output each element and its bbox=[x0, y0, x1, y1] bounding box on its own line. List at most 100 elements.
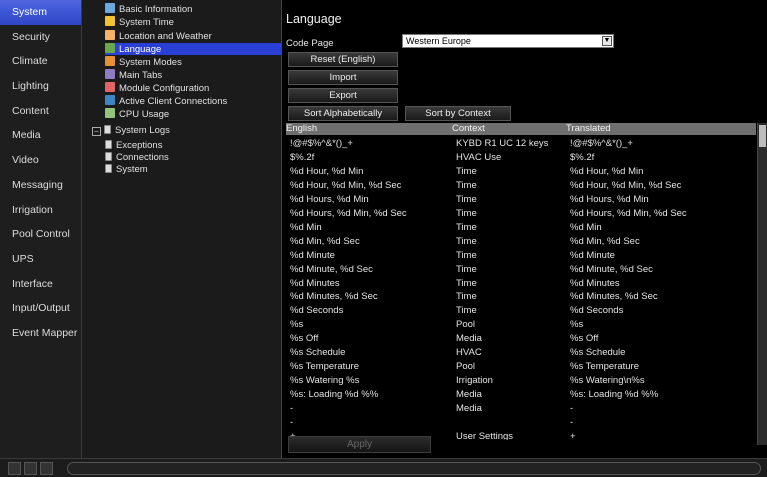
table-row[interactable]: %d Hour, %d Min Time %d Hour, %d Min bbox=[286, 165, 756, 179]
table-row[interactable]: %d Seconds Time %d Seconds bbox=[286, 304, 756, 318]
table-row[interactable]: %d Hour, %d Min, %d Sec Time %d Hour, %d M… bbox=[286, 179, 756, 193]
translated-cell: !@#$%^&*()_+ bbox=[570, 138, 633, 149]
table-row[interactable]: %s Off Media %s Off bbox=[286, 332, 756, 346]
table-scrollbar[interactable] bbox=[757, 123, 767, 445]
english-cell: %d Minute, %d Sec bbox=[290, 263, 373, 275]
page-title: Language bbox=[286, 12, 342, 26]
nav-item-interface[interactable]: Interface bbox=[0, 272, 81, 297]
modes-icon bbox=[105, 56, 115, 66]
tree-item-label: Location and Weather bbox=[119, 31, 212, 42]
status-box[interactable] bbox=[8, 462, 21, 475]
tree-item-label: CPU Usage bbox=[119, 109, 170, 120]
nav-item-input-output[interactable]: Input/Output bbox=[0, 296, 81, 321]
translated-cell: %d Minute, %d Sec bbox=[570, 263, 653, 275]
nav-item-climate[interactable]: Climate bbox=[0, 49, 81, 74]
nav-item-system[interactable]: System bbox=[0, 0, 81, 25]
tree-item-label: Language bbox=[119, 44, 162, 55]
tree-item-connections[interactable]: Connections bbox=[105, 152, 169, 164]
status-box[interactable] bbox=[24, 462, 37, 475]
nav-item-lighting[interactable]: Lighting bbox=[0, 74, 81, 99]
context-cell: Time bbox=[456, 179, 477, 191]
nav-item-irrigation[interactable]: Irrigation bbox=[0, 198, 81, 223]
nav-item-media[interactable]: Media bbox=[0, 123, 81, 148]
column-header-context[interactable]: Context bbox=[452, 123, 485, 135]
tree-item-basic-information[interactable]: Basic Information bbox=[105, 3, 192, 15]
globe-icon bbox=[105, 43, 115, 53]
table-row[interactable]: %d Minutes Time %d Minutes bbox=[286, 277, 756, 291]
english-cell: %d Hours, %d Min bbox=[290, 193, 369, 205]
translated-cell: %d Hour, %d Min, %d Sec bbox=[570, 179, 682, 191]
context-cell: Media bbox=[456, 389, 482, 401]
translated-cell: %s Temperature bbox=[570, 361, 639, 373]
context-cell: User Settings bbox=[456, 430, 514, 440]
table-row[interactable]: %d Min, %d Sec Time %d Min, %d Sec bbox=[286, 235, 756, 249]
translated-cell: + bbox=[570, 430, 576, 440]
tree-item-cpu-usage[interactable]: CPU Usage bbox=[105, 108, 169, 120]
tree-item-system-modes[interactable]: System Modes bbox=[105, 56, 182, 68]
nav-item-ups[interactable]: UPS bbox=[0, 247, 81, 272]
tree-item-system-logs[interactable]: − System Logs bbox=[92, 125, 170, 137]
collapse-icon[interactable]: − bbox=[92, 127, 101, 136]
nav-item-event-mapper[interactable]: Event Mapper bbox=[0, 321, 81, 346]
tree-item-system-time[interactable]: System Time bbox=[105, 16, 174, 28]
english-cell: %d Minutes, %d Sec bbox=[290, 291, 378, 303]
table-row[interactable]: %s Temperature Pool %s Temperature bbox=[286, 360, 756, 374]
column-header-english[interactable]: English bbox=[286, 123, 317, 135]
nav-item-pool-control[interactable]: Pool Control bbox=[0, 222, 81, 247]
log-icon bbox=[105, 164, 112, 173]
import-button[interactable]: Import bbox=[288, 70, 398, 85]
context-cell: Media bbox=[456, 403, 482, 415]
table-row[interactable]: $%.2f HVAC Use $%.2f bbox=[286, 151, 756, 165]
log-icon bbox=[105, 140, 112, 149]
context-cell: KYBD R1 UC 12 keys bbox=[456, 138, 549, 149]
nav-item-video[interactable]: Video bbox=[0, 148, 81, 173]
sort-by-context-button[interactable]: Sort by Context bbox=[405, 106, 511, 121]
sort-alphabetically-button[interactable]: Sort Alphabetically bbox=[288, 106, 398, 121]
table-row[interactable]: %s Pool %s bbox=[286, 318, 756, 332]
apply-button[interactable]: Apply bbox=[288, 436, 431, 453]
translated-cell: %s Off bbox=[570, 333, 599, 345]
scrollbar-thumb[interactable] bbox=[759, 125, 766, 147]
tree-item-location-and-weather[interactable]: Location and Weather bbox=[105, 30, 212, 42]
english-cell: - bbox=[290, 403, 294, 415]
table-row[interactable]: !@#$%^&*()_+ KYBD R1 UC 12 keys !@#$%^&*()… bbox=[286, 137, 756, 151]
table-row[interactable]: %d Minute Time %d Minute bbox=[286, 249, 756, 263]
table-row[interactable]: %d Hours, %d Min Time %d Hours, %d Min bbox=[286, 193, 756, 207]
connections-icon bbox=[105, 95, 115, 105]
table-row[interactable]: %d Minute, %d Sec Time %d Minute, %d Sec bbox=[286, 263, 756, 277]
column-header-translated[interactable]: Translated bbox=[566, 123, 611, 135]
tree-item-module-configuration[interactable]: Module Configuration bbox=[105, 82, 209, 94]
tree-item-active-client-connections[interactable]: Active Client Connections bbox=[105, 95, 227, 107]
log-icon bbox=[104, 125, 111, 134]
tree-item-label: Main Tabs bbox=[119, 70, 163, 81]
english-cell: !@#$%^&*()_+ bbox=[290, 138, 353, 149]
tree-item-exceptions[interactable]: Exceptions bbox=[105, 140, 162, 152]
tree-item-main-tabs[interactable]: Main Tabs bbox=[105, 69, 162, 81]
nav-item-messaging[interactable]: Messaging bbox=[0, 173, 81, 198]
tree-item-label: System Time bbox=[119, 17, 174, 28]
code-page-select[interactable]: Western Europe ▼ bbox=[402, 34, 614, 48]
export-button[interactable]: Export bbox=[288, 88, 398, 103]
table-row[interactable]: - Media - bbox=[286, 402, 756, 416]
english-cell: $%.2f bbox=[290, 151, 315, 163]
tree-item-label: System bbox=[116, 164, 148, 175]
table-row[interactable]: %s Watering %s Irrigation %s Watering\n%s bbox=[286, 374, 756, 388]
tree-item-system[interactable]: System bbox=[105, 164, 148, 176]
table-row[interactable]: %d Hours, %d Min, %d Sec Time %d Hours, %d… bbox=[286, 207, 756, 221]
nav-item-security[interactable]: Security bbox=[0, 25, 81, 50]
status-box[interactable] bbox=[40, 462, 53, 475]
reset-english-button[interactable]: Reset (English) bbox=[288, 52, 398, 67]
context-cell: Time bbox=[456, 235, 477, 247]
table-row[interactable]: -- bbox=[286, 416, 756, 430]
table-row[interactable]: %s Schedule HVAC %s Schedule bbox=[286, 346, 756, 360]
english-cell: %d Minute bbox=[290, 249, 335, 261]
nav-item-content[interactable]: Content bbox=[0, 99, 81, 124]
context-cell: Time bbox=[456, 291, 477, 303]
table-row[interactable]: %s: Loading %d %% Media %s: Loading %d %% bbox=[286, 388, 756, 402]
tree-item-language[interactable]: Language bbox=[105, 43, 282, 55]
table-row[interactable]: %d Minutes, %d Sec Time %d Minutes, %d Sec bbox=[286, 290, 756, 304]
status-field[interactable] bbox=[67, 462, 761, 475]
english-cell: %d Seconds bbox=[290, 305, 344, 317]
chevron-down-icon[interactable]: ▼ bbox=[602, 36, 612, 46]
table-row[interactable]: %d Min Time %d Min bbox=[286, 221, 756, 235]
